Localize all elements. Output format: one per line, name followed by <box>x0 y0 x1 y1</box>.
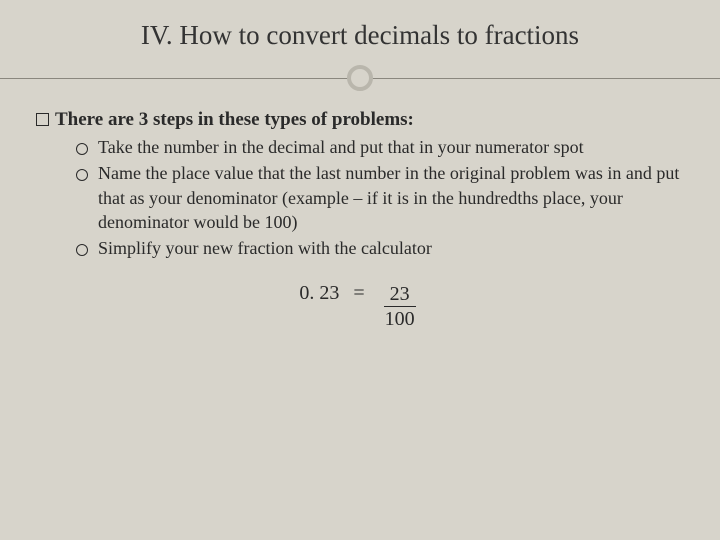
example-equation: 0. 23 = 23 100 <box>299 282 420 331</box>
example-lhs: 0. 23 <box>299 282 339 305</box>
list-item: Take the number in the decimal and put t… <box>76 135 684 159</box>
divider-circle-icon <box>347 65 373 91</box>
steps-list: Take the number in the decimal and put t… <box>36 135 684 260</box>
example-fraction: 23 100 <box>379 282 421 331</box>
title-divider <box>36 65 684 91</box>
intro-text: There are 3 steps in these types of prob… <box>55 109 414 131</box>
list-item: Name the place value that the last numbe… <box>76 161 684 234</box>
slide: IV. How to convert decimals to fractions… <box>0 0 720 331</box>
fraction-numerator: 23 <box>384 282 416 307</box>
intro-line: There are 3 steps in these types of prob… <box>36 109 684 131</box>
square-bullet-icon <box>36 113 49 126</box>
slide-title: IV. How to convert decimals to fractions <box>36 20 684 51</box>
equals-sign: = <box>351 282 366 305</box>
fraction-denominator: 100 <box>379 307 421 331</box>
list-item: Simplify your new fraction with the calc… <box>76 236 684 260</box>
example: 0. 23 = 23 100 <box>36 282 684 331</box>
